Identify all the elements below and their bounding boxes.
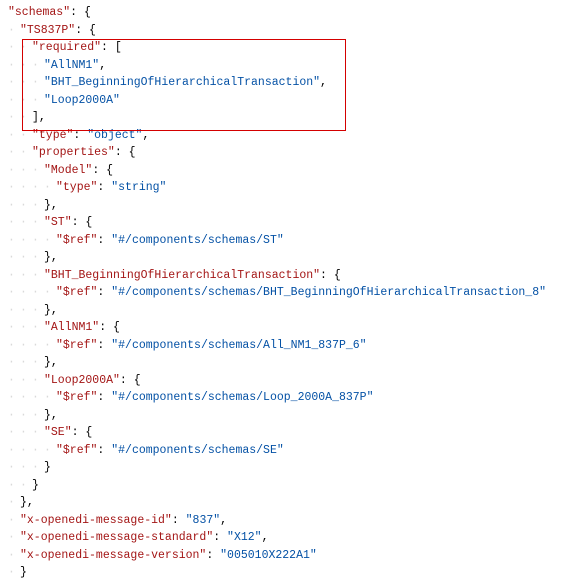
code-line: ···"BHT_BeginningOfHierarchicalTransacti… — [0, 267, 568, 285]
json-string: "string" — [111, 181, 166, 194]
json-string: "#/components/schemas/Loop_2000A_837P" — [111, 391, 373, 404]
code-line: ····"$ref": "#/components/schemas/SE" — [0, 442, 568, 460]
json-string: "X12" — [227, 531, 262, 544]
code-line: ·"x-openedi-message-version": "005010X22… — [0, 547, 568, 565]
code-line: ···}, — [0, 302, 568, 320]
code-line: ····"$ref": "#/components/schemas/All_NM… — [0, 337, 568, 355]
code-line: ··"required": [ — [0, 39, 568, 57]
code-line: ···"AllNM1": { — [0, 319, 568, 337]
code-line: ···}, — [0, 249, 568, 267]
code-line: ·"TS837P": { — [0, 22, 568, 40]
code-line: ····"$ref": "#/components/schemas/BHT_Be… — [0, 284, 568, 302]
code-line: ··"type": "object", — [0, 127, 568, 145]
json-key: "$ref" — [56, 234, 97, 247]
json-key: "BHT_BeginningOfHierarchicalTransaction" — [44, 269, 320, 282]
code-line: ····"$ref": "#/components/schemas/ST" — [0, 232, 568, 250]
json-key: "required" — [32, 41, 101, 54]
code-line: ·} — [0, 564, 568, 582]
json-key: "ST" — [44, 216, 72, 229]
code-line: ···"Model": { — [0, 162, 568, 180]
json-key: "SE" — [44, 426, 72, 439]
json-string: "#/components/schemas/BHT_BeginningOfHie… — [111, 286, 546, 299]
code-line: ···}, — [0, 407, 568, 425]
json-key: "$ref" — [56, 339, 97, 352]
code-editor: "schemas": { ·"TS837P": { ··"required": … — [0, 0, 568, 586]
code-line: ···"BHT_BeginningOfHierarchicalTransacti… — [0, 74, 568, 92]
json-key: "$ref" — [56, 391, 97, 404]
code-line: "schemas": { — [0, 4, 568, 22]
json-key: "AllNM1" — [44, 321, 99, 334]
json-key: "properties" — [32, 146, 115, 159]
json-string: "005010X222A1" — [220, 549, 317, 562]
code-line: ··"properties": { — [0, 144, 568, 162]
code-line: ··} — [0, 477, 568, 495]
json-string: "BHT_BeginningOfHierarchicalTransaction" — [44, 76, 320, 89]
code-line: ···"Loop2000A" — [0, 92, 568, 110]
code-line: ·"x-openedi-message-id": "837", — [0, 512, 568, 530]
json-string: "object" — [87, 129, 142, 142]
code-line: ···"ST": { — [0, 214, 568, 232]
code-line: ····"type": "string" — [0, 179, 568, 197]
code-line: ·"x-openedi-message-standard": "X12", — [0, 529, 568, 547]
json-key: "type" — [32, 129, 73, 142]
json-key: "Loop2000A" — [44, 374, 120, 387]
code-line: ···"SE": { — [0, 424, 568, 442]
json-string: "837" — [186, 514, 221, 527]
json-string: "#/components/schemas/All_NM1_837P_6" — [111, 339, 366, 352]
code-line: ···} — [0, 459, 568, 477]
code-line: ····"$ref": "#/components/schemas/Loop_2… — [0, 389, 568, 407]
json-key: "Model" — [44, 164, 92, 177]
json-string: "Loop2000A" — [44, 94, 120, 107]
json-string: "#/components/schemas/ST" — [111, 234, 284, 247]
json-key: "schemas" — [8, 6, 70, 19]
json-key: "x-openedi-message-standard" — [20, 531, 213, 544]
code-line: ··], — [0, 109, 568, 127]
code-line: ···"AllNM1", — [0, 57, 568, 75]
json-key: "type" — [56, 181, 97, 194]
json-string: "#/components/schemas/SE" — [111, 444, 284, 457]
json-key: "$ref" — [56, 444, 97, 457]
json-string: "AllNM1" — [44, 59, 99, 72]
code-line: ···}, — [0, 197, 568, 215]
json-key: "x-openedi-message-id" — [20, 514, 172, 527]
json-key: "$ref" — [56, 286, 97, 299]
json-key: "x-openedi-message-version" — [20, 549, 206, 562]
json-key: "TS837P" — [20, 24, 75, 37]
code-line: ·}, — [0, 494, 568, 512]
code-line: ···"Loop2000A": { — [0, 372, 568, 390]
code-line: ···}, — [0, 354, 568, 372]
